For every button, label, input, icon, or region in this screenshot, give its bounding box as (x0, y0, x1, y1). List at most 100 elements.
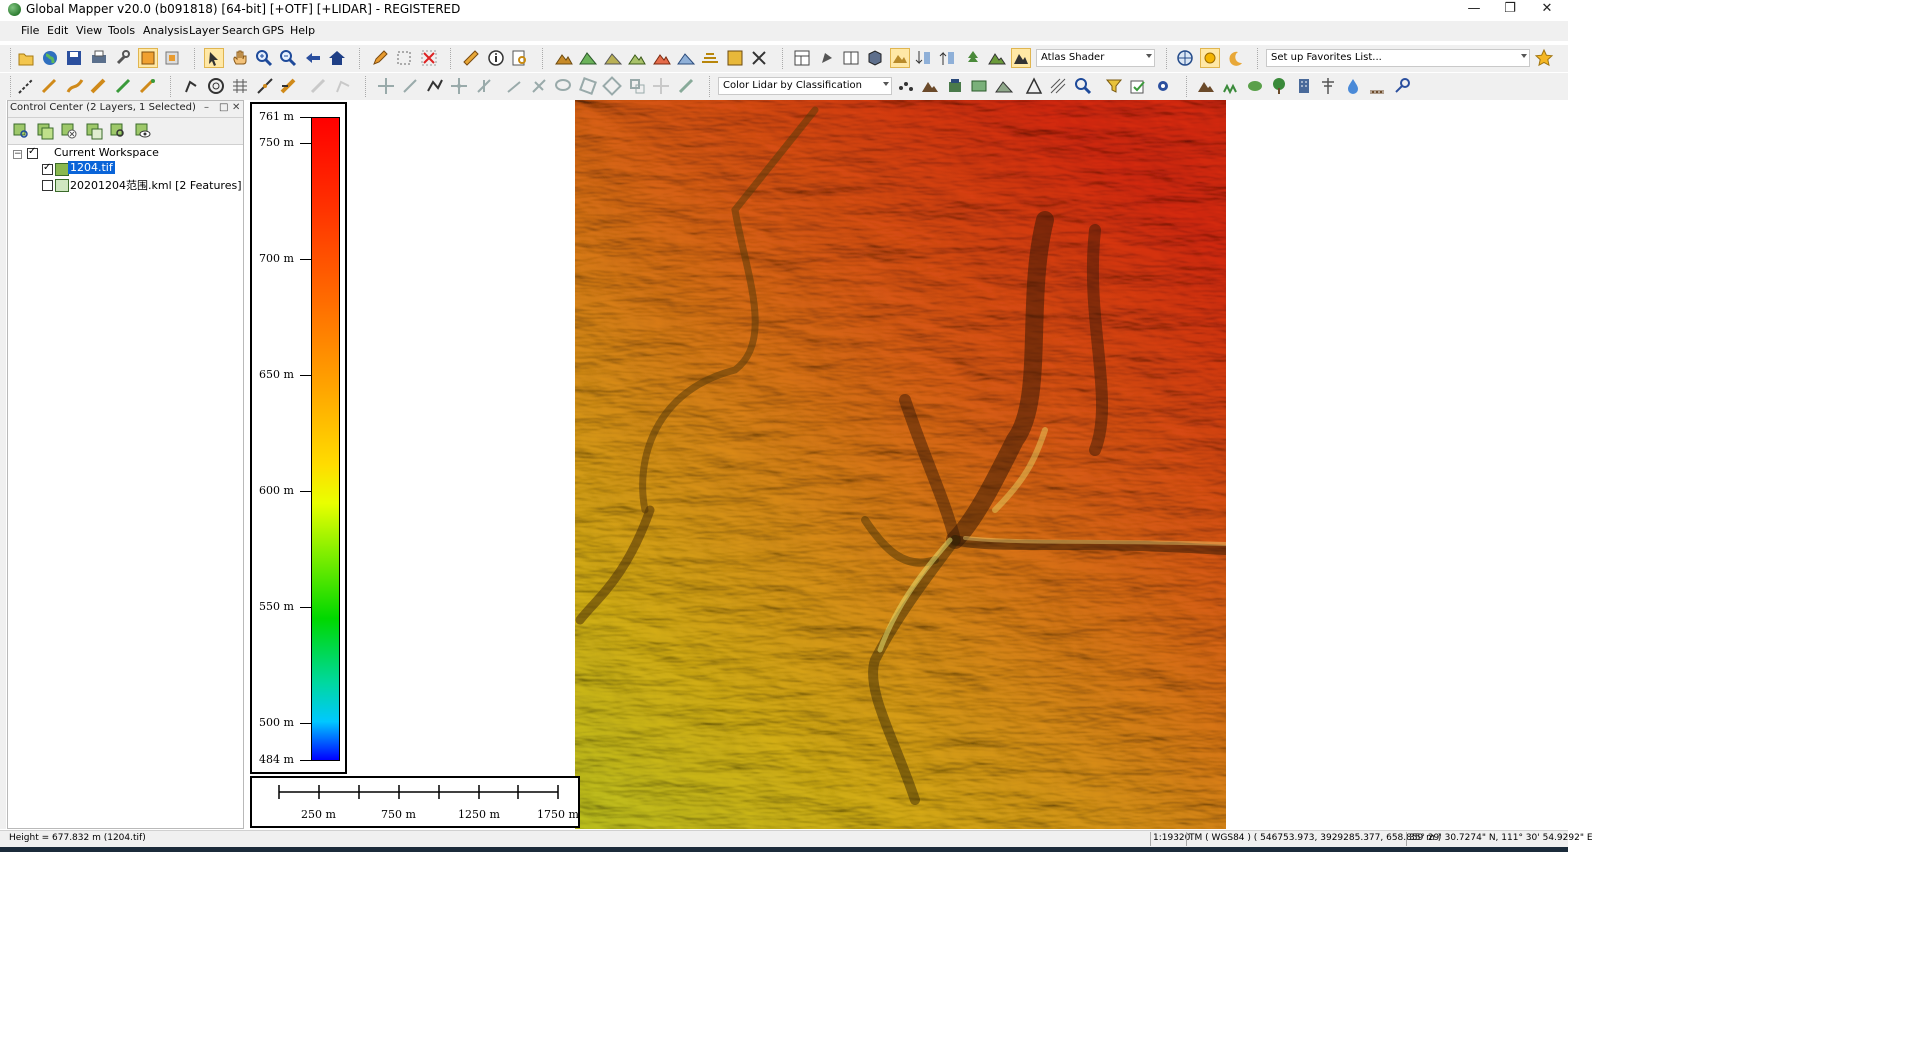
wrench-icon[interactable] (113, 48, 133, 68)
pencil-icon[interactable] (370, 48, 390, 68)
class-road-icon[interactable] (1367, 76, 1387, 96)
toolbar-grip[interactable] (194, 48, 198, 69)
elevation-raster[interactable] (575, 100, 1226, 829)
viewshed-icon[interactable] (603, 48, 623, 68)
menu-search[interactable]: Search (222, 24, 260, 37)
volume-icon[interactable] (627, 48, 647, 68)
move-feature-icon[interactable] (376, 76, 396, 96)
workspace-checkbox[interactable] (27, 146, 38, 159)
layer-zoom-icon[interactable] (11, 121, 31, 141)
digitizer-select-icon[interactable] (204, 48, 224, 68)
disabled-tool-2-icon[interactable] (333, 76, 353, 96)
panel-close-icon[interactable]: ✕ (232, 102, 240, 113)
toolbar-grip[interactable] (1257, 48, 1261, 69)
info-icon[interactable] (486, 48, 506, 68)
classify-icon[interactable] (1128, 76, 1148, 96)
grid-tool-icon[interactable] (230, 76, 250, 96)
class-high-veg-icon[interactable] (1269, 76, 1289, 96)
rotate-shape-icon[interactable] (602, 76, 622, 96)
toolbar-grip[interactable] (1166, 48, 1170, 69)
toolbar-grip[interactable] (365, 76, 369, 97)
moon-icon[interactable] (1225, 48, 1245, 68)
sort-down-icon[interactable] (914, 48, 934, 68)
insert-vertex-icon[interactable] (474, 76, 494, 96)
cut-line-icon[interactable] (529, 76, 549, 96)
zoom-in-icon[interactable] (254, 48, 274, 68)
sun-icon[interactable] (1200, 48, 1220, 68)
class-med-veg-icon[interactable] (1245, 76, 1265, 96)
tree-collapse-icon[interactable]: − (13, 150, 22, 159)
web-globe-icon[interactable] (1175, 48, 1195, 68)
layer-1-checkbox[interactable] (42, 162, 53, 175)
snap-line-icon[interactable] (504, 76, 524, 96)
zoom-out-icon[interactable] (278, 48, 298, 68)
save-icon[interactable] (64, 48, 84, 68)
panel-maximize-icon[interactable]: □ (219, 102, 228, 113)
home-icon[interactable] (327, 48, 347, 68)
split-view-icon[interactable] (841, 48, 861, 68)
close-button[interactable]: ✕ (1529, 0, 1565, 19)
layer-remove-icon[interactable] (59, 121, 79, 141)
raster-calc-icon[interactable] (725, 48, 745, 68)
delete-icon[interactable] (419, 48, 439, 68)
draw-area-icon[interactable] (89, 76, 109, 96)
menu-analysis[interactable]: Analysis (143, 24, 188, 37)
scale-shape-icon[interactable] (627, 76, 647, 96)
lidar-settings-icon[interactable] (1153, 76, 1173, 96)
menu-gps[interactable]: GPS (262, 24, 284, 37)
panel-minimize-icon[interactable]: – (204, 102, 209, 113)
lidar-search-icon[interactable] (1073, 76, 1093, 96)
overlay-control-icon[interactable] (138, 48, 158, 68)
workspace-label[interactable]: Current Workspace (54, 146, 159, 159)
favorites-select[interactable]: Set up Favorites List... (1266, 49, 1530, 67)
layer-1-label[interactable]: 1204.tif (68, 161, 115, 174)
terrain-shade-icon[interactable] (554, 48, 574, 68)
minimize-button[interactable]: — (1456, 0, 1492, 19)
toolbar-grip[interactable] (450, 48, 454, 69)
contour-icon[interactable] (578, 48, 598, 68)
globe-icon[interactable] (40, 48, 60, 68)
remove-tool-icon[interactable] (749, 48, 769, 68)
range-ring-icon[interactable] (206, 76, 226, 96)
crosshair-icon[interactable] (651, 76, 671, 96)
class-ground-icon[interactable] (1196, 76, 1216, 96)
layer-add-icon[interactable] (35, 121, 55, 141)
toolbar-grip[interactable] (1186, 76, 1190, 97)
gps-icon[interactable] (817, 48, 837, 68)
toolbar-grip[interactable] (782, 48, 786, 69)
menu-view[interactable]: View (76, 24, 102, 37)
draw-point-icon[interactable] (138, 76, 158, 96)
shader-select[interactable]: Atlas Shader (1036, 49, 1155, 67)
class-key-icon[interactable] (1392, 76, 1412, 96)
draw-line-icon[interactable] (40, 76, 60, 96)
class-building-icon[interactable] (1294, 76, 1314, 96)
3d-view-icon[interactable] (865, 48, 885, 68)
toolbar-grip[interactable] (359, 48, 363, 69)
join-line-icon[interactable] (279, 76, 299, 96)
menu-file[interactable]: File (21, 24, 39, 37)
split-line-icon[interactable] (255, 76, 275, 96)
lidar-building-icon[interactable] (945, 76, 965, 96)
toolbar-grip[interactable] (709, 76, 713, 97)
filter-icon[interactable] (1104, 76, 1124, 96)
peak-icon[interactable] (987, 48, 1007, 68)
layer-search-icon[interactable] (108, 121, 128, 141)
sort-up-icon[interactable] (938, 48, 958, 68)
search-doc-icon[interactable] (510, 48, 530, 68)
class-water-icon[interactable] (1343, 76, 1363, 96)
rotate-feature-icon[interactable] (400, 76, 420, 96)
layer-2-label[interactable]: 20201204范围.kml [2 Features] (70, 177, 242, 193)
buffer-icon[interactable] (578, 76, 598, 96)
menu-layer[interactable]: Layer (189, 24, 220, 37)
watershed-icon[interactable] (676, 48, 696, 68)
open-folder-icon[interactable] (16, 48, 36, 68)
select-rect-icon[interactable] (394, 48, 414, 68)
shader-active-icon[interactable] (1011, 48, 1031, 68)
menu-tools[interactable]: Tools (108, 24, 135, 37)
layer-metadata-icon[interactable] (84, 121, 104, 141)
menu-edit[interactable]: Edit (47, 24, 68, 37)
triangle-icon[interactable] (1024, 76, 1044, 96)
pen-disabled-icon[interactable] (676, 76, 696, 96)
path-profile-icon[interactable] (652, 48, 672, 68)
toolbar-grip[interactable] (542, 48, 546, 69)
